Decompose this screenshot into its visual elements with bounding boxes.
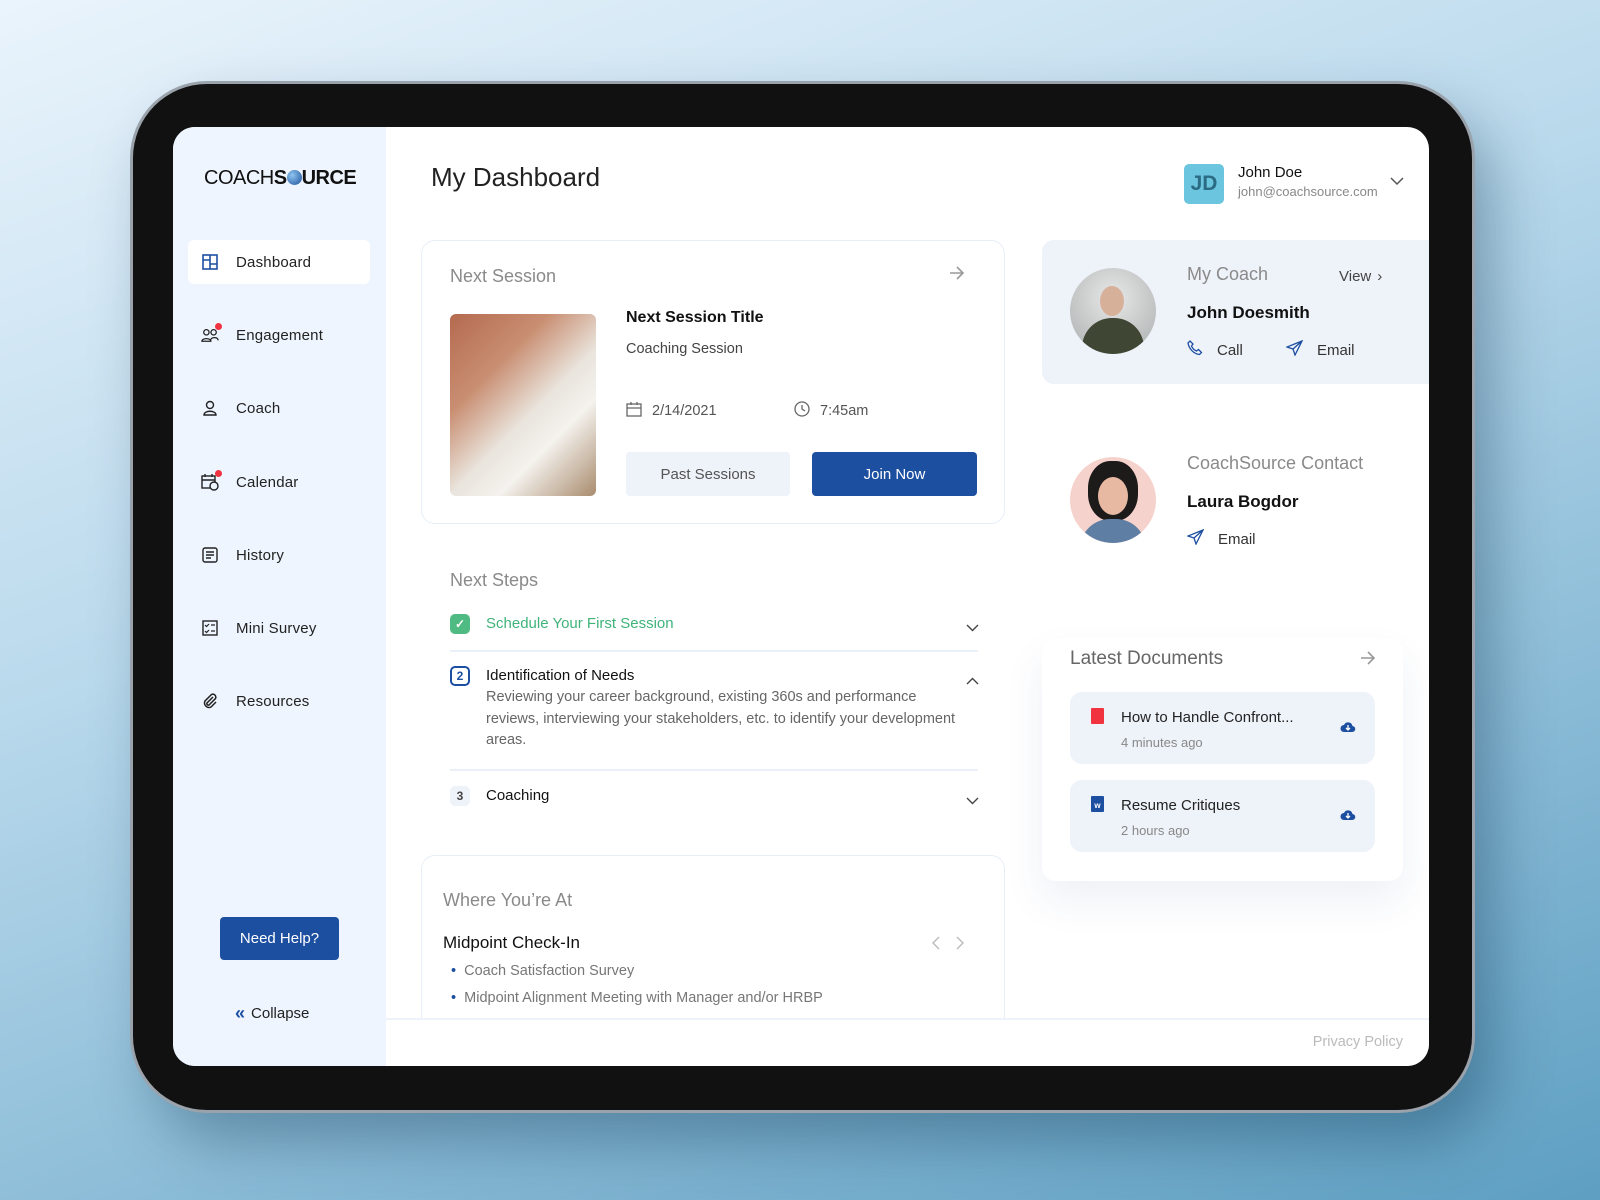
chevron-left-icon[interactable]: [932, 936, 940, 955]
logo: COACHS URCE: [204, 167, 357, 189]
pdf-file-icon: [1091, 708, 1104, 724]
document-item[interactable]: w Resume Critiques 2 hours ago: [1070, 780, 1375, 852]
document-title: How to Handle Confront...: [1121, 709, 1294, 726]
next-session-heading: Next Session: [450, 266, 557, 286]
double-chevron-left-icon: «: [235, 1003, 246, 1023]
contact-avatar: [1070, 457, 1156, 543]
sidebar-item-mini-survey[interactable]: Mini Survey: [188, 606, 370, 650]
clock-icon: [794, 401, 810, 421]
chevron-down-icon[interactable]: [966, 619, 979, 637]
send-icon: [1186, 528, 1205, 549]
document-time: 4 minutes ago: [1121, 735, 1203, 750]
sidebar-item-label: Mini Survey: [236, 619, 317, 637]
step-number-badge: 3: [450, 786, 470, 806]
my-coach-panel: My Coach View › John Doesmith Call Email: [1042, 240, 1429, 384]
coach-name: John Doesmith: [1187, 303, 1310, 322]
word-file-icon: w: [1091, 796, 1104, 812]
step-number-badge: 2: [450, 666, 470, 686]
next-session-card: Next Session Next Session Title Coaching…: [421, 240, 1005, 524]
document-time: 2 hours ago: [1121, 823, 1190, 838]
session-title: Next Session Title: [626, 309, 764, 326]
session-date: 2/14/2021: [652, 403, 717, 419]
arrow-right-icon[interactable]: [1360, 651, 1376, 670]
cloud-download-icon[interactable]: [1340, 808, 1356, 826]
chevron-up-icon[interactable]: [966, 672, 979, 690]
email-coach-button[interactable]: Email: [1285, 339, 1355, 360]
app-screen: COACHS URCE Dashboard Engagement Coach Ca…: [173, 127, 1429, 1066]
chevron-right-icon: ›: [1377, 268, 1383, 285]
step-item-3[interactable]: 3 Coaching: [450, 784, 979, 814]
sidebar-item-dashboard[interactable]: Dashboard: [188, 240, 370, 284]
contact-name: Laura Bogdor: [1187, 492, 1299, 511]
user-name: John Doe: [1238, 164, 1303, 181]
checklist-icon: [201, 619, 219, 637]
calendar-icon: [626, 401, 642, 421]
calendar-clock-icon: [201, 470, 222, 491]
users-icon: [201, 323, 222, 344]
divider: [450, 650, 978, 652]
arrow-right-icon[interactable]: [949, 266, 965, 285]
sidebar-item-resources[interactable]: Resources: [188, 679, 370, 723]
need-help-button[interactable]: Need Help?: [220, 917, 339, 960]
sidebar-item-label: Calendar: [236, 473, 299, 491]
latest-documents-card: Latest Documents How to Handle Confront.…: [1042, 638, 1403, 881]
documents-heading: Latest Documents: [1070, 648, 1224, 669]
milestone-item: • Coach Satisfaction Survey: [451, 963, 635, 979]
collapse-button[interactable]: « Collapse: [235, 1003, 309, 1024]
user-email: john@coachsource.com: [1238, 184, 1378, 199]
contact-heading: CoachSource Contact: [1187, 453, 1364, 473]
check-icon: ✓: [450, 614, 470, 634]
step-item-2[interactable]: 2 Identification of Needs Reviewing your…: [450, 664, 979, 764]
my-coach-heading: My Coach: [1187, 264, 1269, 284]
view-coach-link[interactable]: View ›: [1339, 268, 1382, 285]
milestone-item: • Midpoint Alignment Meeting with Manage…: [451, 990, 823, 1006]
where-heading: Where You’re At: [443, 890, 573, 910]
send-icon: [1285, 339, 1304, 360]
email-contact-button[interactable]: Email: [1186, 528, 1256, 549]
sidebar-item-label: History: [236, 546, 285, 564]
document-item[interactable]: How to Handle Confront... 4 minutes ago: [1070, 692, 1375, 764]
page-title: My Dashboard: [431, 162, 601, 192]
step-title: Identification of Needs: [486, 667, 635, 684]
cloud-download-icon[interactable]: [1340, 720, 1356, 738]
user-icon: [201, 399, 219, 417]
chevron-right-icon[interactable]: [956, 936, 964, 955]
sidebar-item-calendar[interactable]: Calendar: [188, 460, 370, 504]
sidebar-item-label: Dashboard: [236, 253, 312, 271]
sidebar-item-label: Resources: [236, 692, 310, 710]
divider: [450, 769, 978, 771]
milestone-title: Midpoint Check-In: [443, 933, 581, 952]
collapse-label: Collapse: [251, 1005, 310, 1022]
phone-icon: [1187, 340, 1203, 360]
call-button[interactable]: Call: [1187, 340, 1243, 360]
step-item-1[interactable]: ✓ Schedule Your First Session: [450, 612, 979, 642]
next-steps-heading: Next Steps: [450, 570, 539, 590]
sidebar-item-history[interactable]: History: [188, 533, 370, 577]
privacy-policy-link[interactable]: Privacy Policy: [1313, 1034, 1403, 1050]
history-list-icon: [201, 546, 219, 564]
session-photo: [450, 314, 596, 496]
sidebar-item-engagement[interactable]: Engagement: [188, 313, 370, 357]
session-time: 7:45am: [820, 403, 869, 419]
chevron-down-icon[interactable]: [966, 792, 979, 810]
past-sessions-button[interactable]: Past Sessions: [626, 452, 790, 496]
paperclip-icon: [201, 692, 219, 710]
document-title: Resume Critiques: [1121, 797, 1241, 814]
coach-avatar: [1070, 268, 1156, 354]
session-subtitle: Coaching Session: [626, 341, 743, 357]
step-description: Reviewing your career background, existi…: [486, 689, 956, 748]
user-menu-chevron-down-icon[interactable]: [1390, 173, 1404, 191]
sidebar-item-label: Coach: [236, 399, 281, 417]
avatar[interactable]: JD: [1184, 164, 1224, 204]
sidebar: COACHS URCE Dashboard Engagement Coach Ca…: [173, 127, 386, 1066]
step-title: Schedule Your First Session: [486, 615, 674, 632]
dashboard-grid-icon: [201, 253, 219, 271]
sidebar-item-coach[interactable]: Coach: [188, 386, 370, 430]
sidebar-item-label: Engagement: [236, 326, 324, 344]
join-now-button[interactable]: Join Now: [812, 452, 977, 496]
step-title: Coaching: [486, 787, 550, 804]
footer: Privacy Policy: [386, 1018, 1429, 1066]
